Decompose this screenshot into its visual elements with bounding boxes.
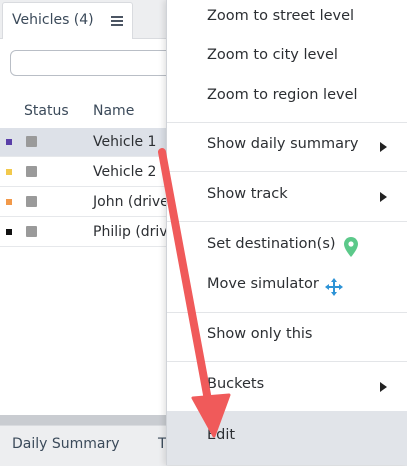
- menu-item-move-simulator[interactable]: Move simulator: [167, 268, 407, 308]
- menu-item-label: Show track: [207, 186, 288, 202]
- menu-divider: [167, 312, 407, 313]
- status-indicator: [26, 196, 37, 207]
- tab-vehicles-label: Vehicles (4): [12, 12, 94, 28]
- vehicles-panel: Vehicles (4) Status Name Vehicle 1 Vehic…: [0, 0, 187, 466]
- menu-item-show-daily-summary[interactable]: Show daily summary: [167, 128, 407, 168]
- vehicle-color-swatch: [6, 199, 12, 205]
- chevron-right-icon: [380, 382, 387, 392]
- table-row[interactable]: Philip (driver): [0, 218, 187, 247]
- move-arrows-icon: [325, 278, 343, 296]
- menu-item-label: Move simulator: [207, 276, 319, 292]
- menu-item-show-only-this[interactable]: Show only this: [167, 318, 407, 358]
- hamburger-menu-icon[interactable]: [111, 16, 123, 26]
- tab-daily-summary[interactable]: Daily Summary: [12, 436, 120, 452]
- menu-item-label: Zoom to city level: [207, 47, 338, 63]
- map-pin-icon: [344, 237, 358, 257]
- menu-item-label: Zoom to region level: [207, 87, 358, 103]
- menu-item-zoom-street[interactable]: Zoom to street level: [167, 0, 407, 40]
- vehicle-color-swatch: [6, 229, 12, 235]
- status-indicator: [26, 226, 37, 237]
- menu-item-label: Buckets: [207, 376, 265, 392]
- chevron-right-icon: [380, 142, 387, 152]
- menu-item-zoom-region[interactable]: Zoom to region level: [167, 79, 407, 119]
- menu-item-label: Zoom to street level: [207, 8, 355, 24]
- menu-item-label: Show daily summary: [207, 136, 359, 152]
- menu-divider: [167, 171, 407, 172]
- vehicle-color-swatch: [6, 139, 12, 145]
- tab-vehicles[interactable]: Vehicles (4): [2, 2, 133, 39]
- bottom-tab-bar: Daily Summary T: [0, 425, 167, 466]
- table-row[interactable]: John (driver): [0, 188, 180, 217]
- menu-item-buckets[interactable]: Buckets: [167, 368, 407, 408]
- vehicle-color-swatch: [6, 169, 12, 175]
- table-row[interactable]: Vehicle 1: [0, 128, 166, 157]
- menu-item-zoom-city[interactable]: Zoom to city level: [167, 39, 407, 79]
- menu-item-label: Show only this: [207, 326, 313, 342]
- column-header-name[interactable]: Name: [93, 103, 134, 119]
- menu-item-set-destination[interactable]: Set destination(s): [167, 228, 407, 268]
- menu-item-edit[interactable]: Edit: [167, 411, 407, 465]
- menu-item-label: Edit: [207, 427, 236, 443]
- column-header-status[interactable]: Status: [24, 103, 69, 119]
- context-menu: Zoom to street level Zoom to city level …: [166, 0, 407, 465]
- menu-divider: [167, 221, 407, 222]
- search-input[interactable]: [10, 50, 180, 76]
- chevron-right-icon: [380, 192, 387, 202]
- status-indicator: [26, 136, 37, 147]
- vehicle-name: Vehicle 2: [93, 164, 157, 180]
- panel-splitter[interactable]: [0, 415, 166, 425]
- panel-tab-bar: Vehicles (4): [0, 0, 166, 39]
- table-row[interactable]: Vehicle 2: [0, 158, 166, 187]
- table-header: Status Name: [0, 94, 166, 129]
- menu-divider: [167, 122, 407, 123]
- status-indicator: [26, 166, 37, 177]
- menu-divider: [167, 361, 407, 362]
- vehicle-name: Vehicle 1: [93, 134, 157, 150]
- menu-item-show-track[interactable]: Show track: [167, 178, 407, 218]
- menu-item-label: Set destination(s): [207, 236, 336, 252]
